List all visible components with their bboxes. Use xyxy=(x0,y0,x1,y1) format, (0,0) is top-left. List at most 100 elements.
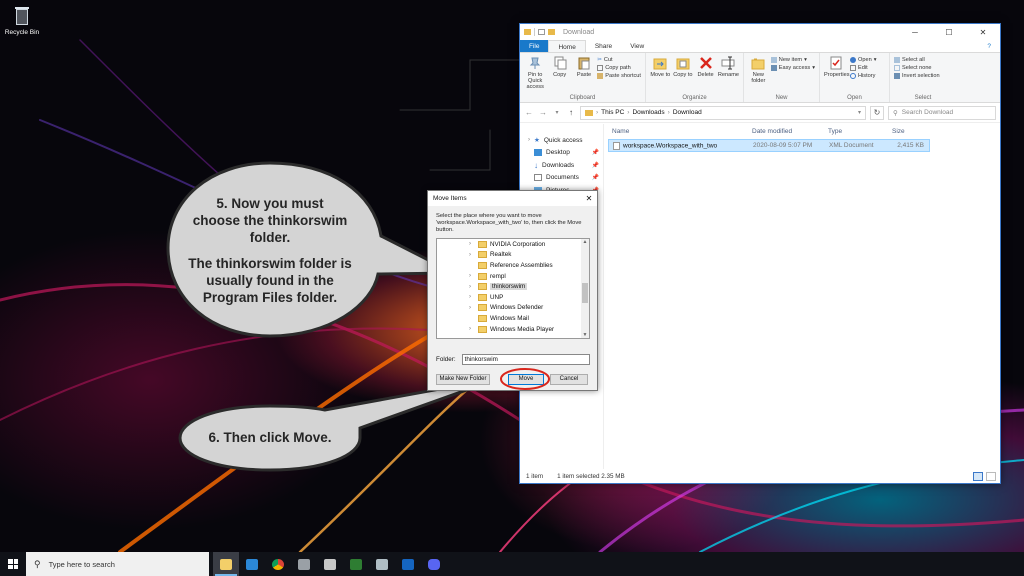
expand-chevron-icon[interactable]: › xyxy=(469,294,475,300)
edit-button[interactable]: Edit xyxy=(850,65,877,71)
taskbar-search-placeholder: Type here to search xyxy=(48,559,115,569)
expand-chevron-icon[interactable]: › xyxy=(469,326,475,332)
select-none-button[interactable]: Select none xyxy=(894,65,940,71)
new-item-icon xyxy=(770,57,777,63)
make-new-folder-button[interactable]: Make New Folder xyxy=(436,374,490,385)
help-icon[interactable]: ? xyxy=(978,40,1000,52)
column-date-modified[interactable]: Date modified xyxy=(748,128,824,135)
folder-tree[interactable]: › NVIDIA Corporation › Realtek Reference A… xyxy=(436,238,590,339)
thinkorswim-icon[interactable] xyxy=(343,552,369,576)
properties-icon xyxy=(829,56,843,70)
new-folder-icon[interactable] xyxy=(548,29,555,35)
move-button[interactable]: Move xyxy=(508,374,544,385)
large-icons-view-icon[interactable] xyxy=(986,471,996,481)
download-arrow-icon: ↓ xyxy=(534,160,538,170)
copy-path-button[interactable]: Copy path xyxy=(597,65,641,71)
column-name[interactable]: Name xyxy=(608,128,748,135)
documents-icon xyxy=(534,174,542,182)
xml-file-icon xyxy=(613,141,620,150)
tree-item[interactable]: › Windows Defender xyxy=(437,303,589,314)
refresh-button[interactable]: ↻ xyxy=(870,105,884,120)
folder-input[interactable]: thinkorswim xyxy=(461,354,590,365)
search-field[interactable]: ⚲ Search Download xyxy=(888,105,996,120)
invert-selection-icon xyxy=(894,73,900,79)
close-button[interactable]: ✕ xyxy=(966,28,1000,37)
cancel-button[interactable]: Cancel xyxy=(550,374,588,385)
nav-quick-access[interactable]: › ★ Quick access xyxy=(520,134,603,147)
folder-icon xyxy=(478,283,487,291)
rename-icon xyxy=(721,56,735,70)
select-all-button[interactable]: Select all xyxy=(894,57,940,63)
details-view-icon[interactable] xyxy=(973,471,983,481)
calculator-icon[interactable] xyxy=(395,552,421,576)
start-button[interactable] xyxy=(0,552,26,576)
expand-chevron-icon[interactable]: › xyxy=(469,273,475,279)
recycle-bin-shortcut[interactable]: Recycle Bin xyxy=(4,4,40,36)
history-button[interactable]: History xyxy=(850,73,877,79)
scroll-down-icon[interactable]: ▼ xyxy=(581,332,589,338)
back-arrow-icon[interactable]: ← xyxy=(524,108,534,117)
easy-access-icon xyxy=(770,65,777,71)
paint-icon[interactable] xyxy=(369,552,395,576)
paste-shortcut-button[interactable]: Paste shortcut xyxy=(597,73,641,79)
quick-access-toolbar xyxy=(524,28,555,36)
expand-chevron-icon[interactable]: › xyxy=(469,252,475,258)
expand-chevron-icon[interactable]: › xyxy=(469,241,475,247)
file-row[interactable]: workspace.Workspace_with_two 2020-08-09 … xyxy=(608,139,930,152)
scroll-thumb[interactable] xyxy=(582,283,588,303)
nav-downloads[interactable]: ↓ Downloads 📌 xyxy=(520,159,603,172)
breadcrumb-download[interactable]: Download xyxy=(673,109,702,116)
cut-button[interactable]: ✂ Cut xyxy=(597,57,641,63)
store-icon[interactable] xyxy=(291,552,317,576)
file-explorer-icon[interactable] xyxy=(213,552,239,576)
expand-chevron-icon[interactable]: › xyxy=(469,305,475,311)
move-items-dialog[interactable]: Move Items ✕ Select the place where you … xyxy=(427,190,598,391)
paste-icon xyxy=(577,56,591,70)
folder-icon xyxy=(478,261,487,269)
tab-share[interactable]: Share xyxy=(586,40,621,52)
easy-access-button[interactable]: Easy access ▾ xyxy=(770,65,815,71)
title-bar[interactable]: Download ─ ☐ ✕ xyxy=(520,24,1000,40)
tab-file[interactable]: File xyxy=(520,40,549,52)
breadcrumb-downloads[interactable]: Downloads xyxy=(632,109,664,116)
address-dropdown-icon[interactable]: ▾ xyxy=(858,109,861,116)
chrome-icon[interactable] xyxy=(265,552,291,576)
tree-item[interactable]: › Windows Media Player xyxy=(437,324,589,335)
tree-item[interactable]: Reference Assemblies xyxy=(437,260,589,271)
open-button[interactable]: Open ▾ xyxy=(850,57,877,63)
scroll-up-icon[interactable]: ▲ xyxy=(581,239,589,245)
nav-desktop[interactable]: Desktop 📌 xyxy=(520,147,603,160)
dialog-close-icon[interactable]: ✕ xyxy=(581,194,597,203)
search-icon: ⚲ xyxy=(893,109,898,117)
expand-chevron-icon[interactable]: › xyxy=(469,284,475,290)
printer-icon[interactable] xyxy=(317,552,343,576)
column-headers: Name Date modified Type Size xyxy=(608,124,1000,138)
tree-item[interactable]: › UNP xyxy=(437,292,589,303)
properties-icon[interactable] xyxy=(538,29,545,35)
nav-documents[interactable]: Documents 📌 xyxy=(520,172,603,185)
recent-chevron-icon[interactable]: ▾ xyxy=(552,109,562,116)
tab-home[interactable]: Home xyxy=(548,40,586,52)
dialog-title-bar[interactable]: Move Items ✕ xyxy=(428,191,597,206)
taskbar-search[interactable]: ⚲ Type here to search xyxy=(26,552,209,576)
tree-item[interactable]: Windows Mail xyxy=(437,313,589,324)
breadcrumb-this-pc[interactable]: This PC xyxy=(601,109,624,116)
new-item-button[interactable]: New item ▾ xyxy=(770,57,815,63)
tree-item[interactable]: › rempl xyxy=(437,271,589,282)
tree-scrollbar[interactable]: ▲ ▼ xyxy=(581,239,589,338)
tree-item[interactable]: › NVIDIA Corporation xyxy=(437,239,589,250)
mail-icon[interactable] xyxy=(239,552,265,576)
tree-item-selected[interactable]: › thinkorswim xyxy=(437,281,589,292)
minimize-button[interactable]: ─ xyxy=(898,28,932,37)
up-arrow-icon[interactable]: ↑ xyxy=(566,108,576,117)
column-size[interactable]: Size xyxy=(888,128,926,135)
maximize-button[interactable]: ☐ xyxy=(932,28,966,37)
tab-view[interactable]: View xyxy=(621,40,653,52)
column-type[interactable]: Type xyxy=(824,128,888,135)
tree-item[interactable]: › Realtek xyxy=(437,250,589,261)
invert-selection-button[interactable]: Invert selection xyxy=(894,73,940,79)
forward-arrow-icon[interactable]: → xyxy=(538,108,548,117)
address-bar[interactable]: › This PC › Downloads › Download ▾ xyxy=(580,105,866,120)
discord-icon[interactable] xyxy=(421,552,447,576)
copy-icon xyxy=(553,56,567,70)
